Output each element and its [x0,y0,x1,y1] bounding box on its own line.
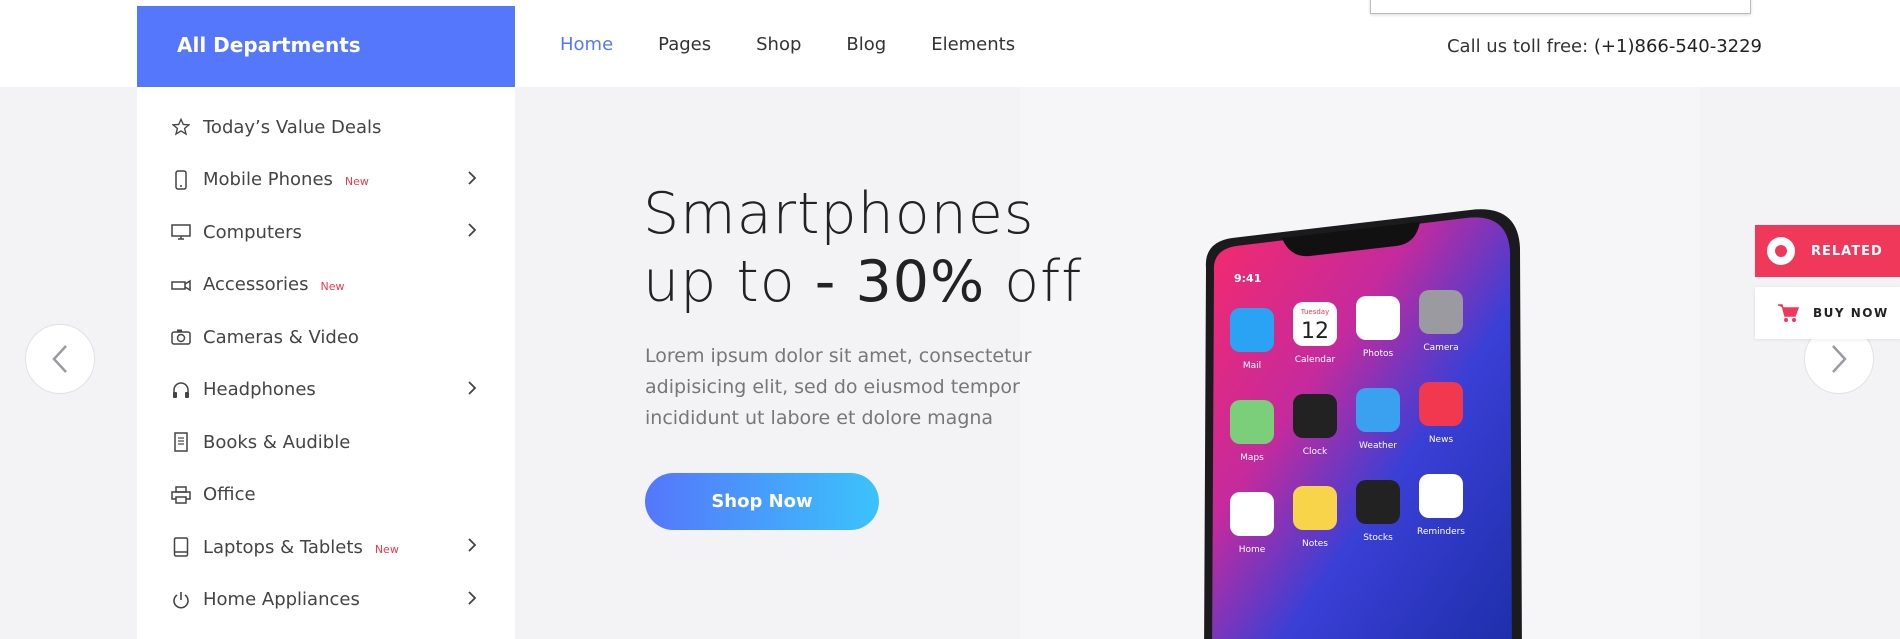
app-icon [1419,474,1463,518]
book-icon [171,432,191,452]
headline-prefix: up to [643,249,815,315]
app-icon [1230,308,1274,352]
app-icon [1356,480,1400,524]
new-badge: New [374,542,399,556]
app-label: Photos [1363,349,1394,359]
chevron-right-icon [1832,345,1847,373]
sidebar-item-label: Office [203,484,256,506]
sidebar-item-label: Laptops & Tablets [203,536,363,558]
app-label: Reminders [1417,527,1465,537]
sidebar-item-cameras-video[interactable]: Cameras & Video [137,311,515,364]
app-label: Calendar [1295,355,1336,365]
toll-free-info: Call us toll free: (+1)866-540-3229 [1447,36,1762,57]
headline-suffix: off [985,249,1083,315]
sidebar-item-books-audible[interactable]: Books & Audible [137,416,515,469]
chevron-right-icon [467,590,477,609]
sidebar-item-label: Cameras & Video [203,326,359,348]
calendar-date: 12 [1301,319,1329,344]
sidebar-item-label: Books & Audible [203,431,351,453]
related-label: RELATED [1811,243,1883,259]
departments-sidebar: Today’s Value Deals Mobile Phones New Compu… [137,87,515,639]
sidebar-item-computers[interactable]: Computers [137,206,515,259]
calendar-day: Tuesday [1300,308,1329,316]
sidebar-item-label: Today’s Value Deals [203,116,382,138]
star-icon [171,117,191,137]
search-dropdown-box [1370,0,1751,14]
sidebar-item-laptops-tablets[interactable]: Laptops & Tablets New [137,521,515,574]
main-nav: Home Pages Shop Blog Elements [560,34,1060,55]
app-label: Clock [1303,447,1328,457]
app-label: Weather [1359,441,1397,451]
smartphone-image: 9:41 Mail Calendar Tuesday 12 Photos Camera Ma… [1204,209,1522,639]
shop-now-label: Shop Now [711,491,813,512]
nav-shop[interactable]: Shop [756,34,801,55]
sidebar-item-label: Home Appliances [203,589,360,611]
slider-prev-button[interactable] [25,324,95,394]
printer-icon [171,485,191,505]
chevron-right-icon [467,537,477,556]
sidebar-item-label: Headphones [203,379,316,401]
sidebar-item-label: Computers [203,221,302,243]
app-icon [1293,394,1337,438]
page: All Departments Home Pages Shop Blog Ele… [0,0,1900,639]
nav-pages[interactable]: Pages [658,34,711,55]
app-label: Home [1239,545,1266,555]
headline-line-1: Smartphones [643,181,1035,247]
app-icon [1356,388,1400,432]
cart-icon [1778,304,1799,322]
related-icon [1767,237,1795,265]
sidebar-item-accessories[interactable]: Accessories New [137,259,515,312]
power-icon [171,590,191,610]
app-label: Stocks [1363,533,1393,543]
hero-description: Lorem ipsum dolor sit amet, consectetur … [645,345,1032,429]
app-icon [1419,290,1463,334]
chevron-right-icon [467,380,477,399]
new-badge: New [344,175,369,189]
app-icon [1230,492,1274,536]
sidebar-item-label: Accessories [203,274,309,296]
site-header: All Departments Home Pages Shop Blog Ele… [0,0,1900,87]
nav-home[interactable]: Home [560,34,613,55]
toll-free-label: Call us toll free: [1446,36,1589,57]
chevron-right-icon [467,222,477,241]
sidebar-item-headphones[interactable]: Headphones [137,364,515,417]
headphones-icon [171,380,191,400]
app-label: Camera [1423,343,1458,353]
shop-now-button[interactable]: Shop Now [645,473,879,530]
all-departments-button[interactable]: All Departments [137,6,515,87]
sidebar-item-office[interactable]: Office [137,469,515,522]
new-badge: New [320,280,345,294]
chevron-right-icon [467,170,477,189]
app-icon [1293,486,1337,530]
app-label: News [1429,435,1454,445]
phone-time: 9:41 [1234,272,1261,285]
projector-icon [171,275,191,295]
mobile-icon [171,170,191,190]
buy-now-widget[interactable]: BUY NOW [1755,287,1900,339]
hero-headline: Smartphones up to - 30% off [643,180,1082,316]
app-label: Notes [1302,539,1328,549]
toll-free-number[interactable]: (+1)866-540-3229 [1594,36,1762,57]
related-widget[interactable]: RELATED [1755,225,1900,277]
sidebar-item-label: Mobile Phones [203,169,333,191]
monitor-icon [171,222,191,242]
tablet-icon [171,537,191,557]
app-icon [1230,400,1274,444]
buy-now-label: BUY NOW [1813,306,1889,320]
app-icon [1419,382,1463,426]
chevron-left-icon [52,345,67,373]
app-icon [1356,296,1400,340]
app-label: Mail [1243,361,1261,371]
headline-discount: - 30% [814,249,986,315]
sidebar-item-today-s-value-deals[interactable]: Today’s Value Deals [137,101,515,154]
nav-blog[interactable]: Blog [846,34,886,55]
app-label: Maps [1240,453,1264,463]
all-departments-label: All Departments [177,32,361,57]
headline-line-2: up to - 30% off [643,248,1082,316]
camera-icon [171,327,191,347]
nav-elements[interactable]: Elements [931,34,1015,55]
sidebar-item-mobile-phones[interactable]: Mobile Phones New [137,154,515,207]
sidebar-item-home-appliances[interactable]: Home Appliances [137,574,515,627]
